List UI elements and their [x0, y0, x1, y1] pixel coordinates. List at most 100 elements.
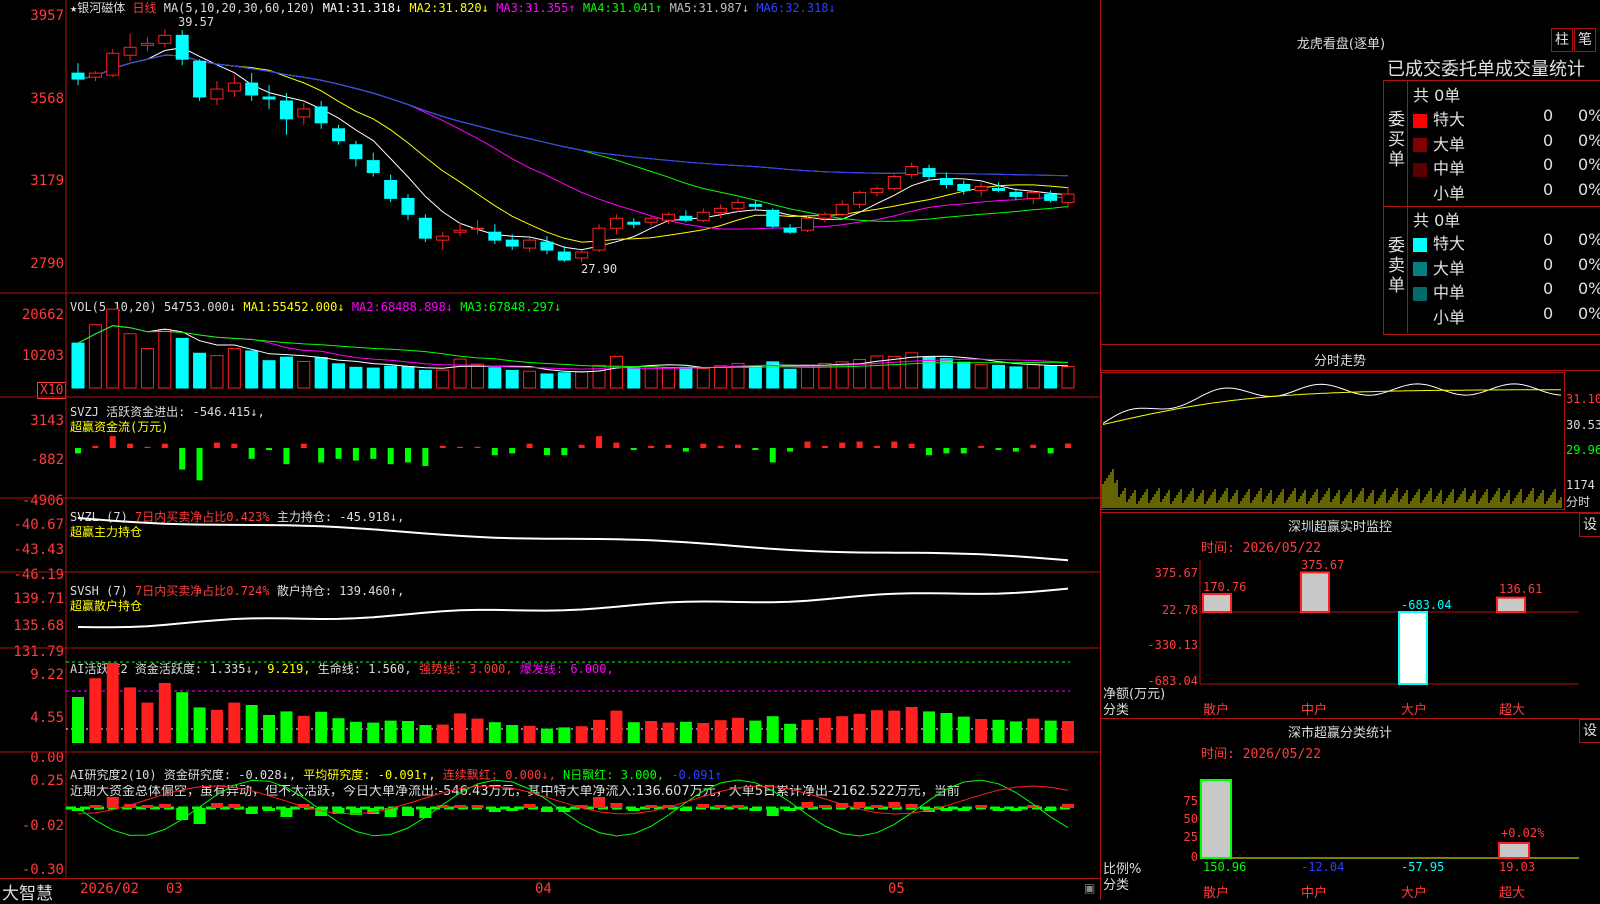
- activity-bar: [1062, 721, 1074, 743]
- volume-bar: [210, 355, 224, 389]
- candle-body: [279, 100, 293, 120]
- research-bar: [263, 808, 276, 811]
- research-bar: [228, 804, 241, 808]
- research-bar: [210, 803, 223, 808]
- candle-body: [366, 160, 380, 174]
- candle-body: [436, 235, 450, 241]
- activity-bar: [141, 702, 154, 743]
- candle-body: [783, 227, 797, 233]
- fundflow-bar: [335, 448, 342, 459]
- research-bar: [488, 808, 501, 812]
- activity-bar: [1044, 720, 1057, 743]
- main-chart-panel[interactable]: ★银河磁体 日线 MA(5,10,20,30,60,120) MA1:31.31…: [0, 0, 1100, 878]
- sz-bar: [1202, 593, 1232, 613]
- volume-bar: [227, 348, 241, 389]
- candle-body: [957, 183, 971, 191]
- fundflow-bar: [352, 448, 359, 461]
- activity-bar: [593, 719, 606, 743]
- candle-body: [922, 168, 936, 178]
- research-bar: [766, 808, 779, 816]
- volume-bar: [644, 366, 658, 389]
- activity-bar: [627, 722, 640, 743]
- candle-body: [1044, 193, 1058, 201]
- brand-label: 大智慧: [2, 884, 53, 904]
- candle-body: [418, 217, 432, 239]
- research-bar: [818, 805, 831, 808]
- research-bar: [853, 802, 866, 808]
- fundflow-bar: [682, 448, 689, 452]
- research-bar: [1062, 803, 1074, 808]
- fundflow-bar: [213, 442, 220, 448]
- research-bar: [679, 808, 692, 811]
- kline-canvas[interactable]: [0, 0, 1100, 900]
- candle-body: [731, 201, 745, 209]
- activity-bar: [454, 713, 467, 743]
- fundflow-bar: [491, 448, 498, 456]
- candle-body: [262, 96, 276, 100]
- right-panel: 龙虎看盘(逐单) 柱 笔 已成交委托单成交量统计 委买单 委卖单 共 0单 特大…: [1100, 0, 1600, 901]
- activity-bar: [540, 728, 553, 743]
- activity-bar: [853, 713, 866, 743]
- research-bar: [801, 802, 814, 808]
- activity-bar: [923, 711, 936, 743]
- fundflow-bar: [665, 444, 672, 448]
- volume-bar: [262, 360, 276, 389]
- activity-bar: [280, 711, 293, 743]
- vol-ma-line: [77, 325, 1069, 370]
- volume-bar: [575, 371, 589, 389]
- activity-bar: [870, 710, 883, 743]
- research-bar: [89, 805, 102, 808]
- research-bar: [176, 808, 189, 820]
- fundflow-bar: [283, 448, 290, 465]
- candle-body: [974, 185, 988, 191]
- activity-bar: [193, 707, 206, 743]
- intraday-avg-line: [1102, 389, 1561, 425]
- research-bar: [506, 808, 519, 811]
- fundflow-bar: [248, 448, 255, 459]
- fundflow-bar: [318, 448, 325, 463]
- fundflow-bar: [405, 448, 411, 463]
- candle-body: [470, 227, 484, 230]
- research-bar: [245, 808, 258, 814]
- volume-bar: [523, 370, 537, 389]
- volume-bar: [557, 372, 571, 389]
- activity-bar: [749, 720, 762, 743]
- activity-bar: [384, 720, 397, 743]
- activity-bar: [245, 705, 258, 743]
- candle-body: [592, 227, 606, 251]
- candle-body: [540, 241, 554, 251]
- activity-bar: [836, 716, 849, 743]
- candle-body: [575, 251, 589, 259]
- activity-bar: [610, 710, 623, 743]
- activity-bar: [523, 725, 536, 743]
- volume-bar: [106, 308, 120, 389]
- activity-bar: [784, 723, 797, 743]
- candle-body: [401, 197, 415, 215]
- fundflow-bar: [717, 445, 724, 448]
- volume-bar: [540, 373, 554, 389]
- sz-bar: [1496, 596, 1526, 614]
- activity-bar: [419, 725, 432, 743]
- candle-body: [870, 187, 884, 193]
- volume-bar: [158, 328, 172, 389]
- fundflow-bar: [127, 443, 134, 448]
- date-tick-3: 04: [535, 881, 552, 897]
- research-bar: [732, 805, 744, 808]
- fundflow-bar: [231, 443, 238, 448]
- candle-body: [488, 231, 502, 241]
- candle-body: [349, 144, 363, 160]
- ma-line: [77, 54, 1069, 177]
- activity-bar: [158, 683, 171, 743]
- lock-icon[interactable]: ▣: [1084, 881, 1095, 895]
- candle-body: [384, 179, 398, 199]
- candle-body: [314, 106, 328, 124]
- candle-body: [106, 52, 120, 76]
- volume-bar: [887, 355, 901, 389]
- fundflow-bar: [839, 442, 846, 448]
- volume-bar: [679, 366, 693, 389]
- candle-body: [662, 213, 676, 221]
- research-bar: [280, 808, 293, 817]
- fundflow-bar: [387, 448, 394, 465]
- research-bar: [419, 808, 432, 818]
- fundflow-bar: [526, 443, 533, 448]
